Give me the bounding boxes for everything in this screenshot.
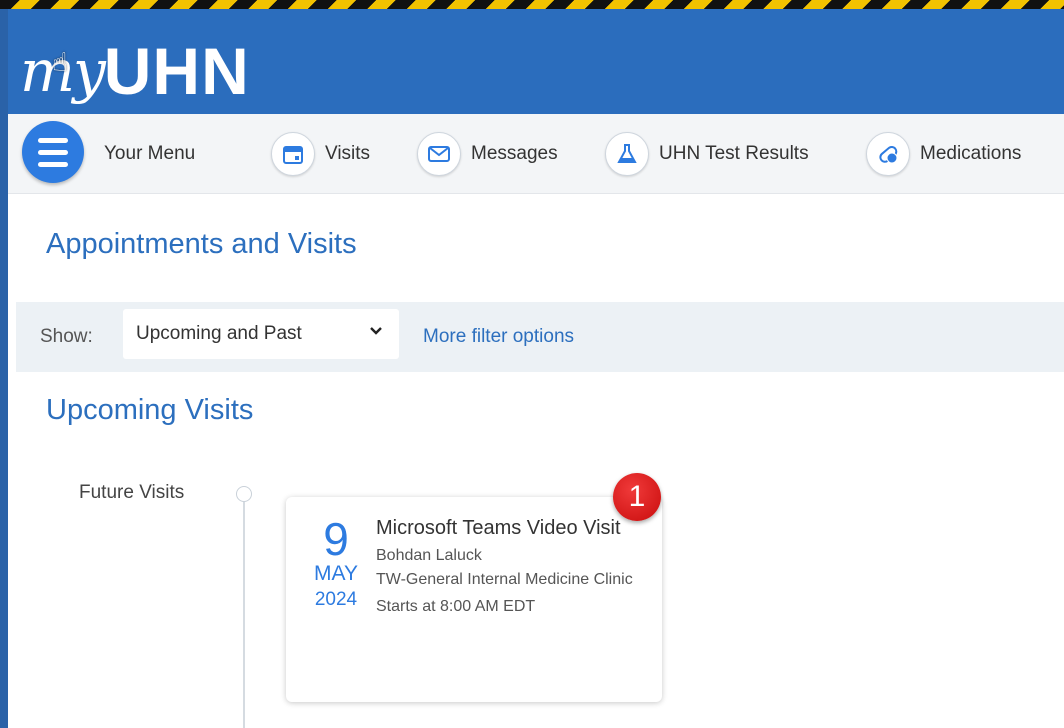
- callout-badge: 1: [613, 473, 661, 521]
- visit-time: Starts at 8:00 AM EDT: [376, 598, 536, 615]
- future-visits-label: Future Visits: [79, 482, 185, 503]
- filter-bar: Show: Upcoming and Past More filter opti…: [16, 302, 1064, 372]
- flask-icon: [605, 132, 649, 176]
- app-header: my UHN ☝: [8, 9, 1064, 114]
- visit-day: 9: [323, 513, 349, 565]
- nav-your-menu[interactable]: Your Menu: [104, 114, 195, 194]
- nav-your-menu-label: Your Menu: [104, 143, 196, 164]
- nav-medications[interactable]: Medications: [866, 114, 1021, 194]
- nav-medications-label: Medications: [920, 143, 1022, 164]
- logo-uhn-text: UHN: [103, 34, 250, 108]
- show-filter-value: Upcoming and Past: [136, 323, 302, 344]
- visit-provider: Bohdan Laluck: [376, 547, 482, 564]
- visit-month: MAY: [314, 562, 358, 585]
- show-label: Show:: [40, 326, 93, 347]
- nav-test-results-label: UHN Test Results: [659, 143, 809, 164]
- nav-visits-label: Visits: [325, 143, 371, 164]
- nav-visits[interactable]: Visits: [271, 114, 370, 194]
- visit-date: 9 MAY 2024: [306, 515, 366, 613]
- timeline-dot: [236, 486, 252, 502]
- nav-messages[interactable]: Messages: [417, 114, 558, 194]
- chevron-down-icon: [369, 322, 383, 344]
- top-navigation: Your Menu Visits Messages UHN Test Resul…: [8, 114, 1064, 194]
- visit-year: 2024: [314, 589, 358, 610]
- hand-cursor-icon: ☝: [52, 47, 68, 77]
- visit-info: Microsoft Teams Video Visit Bohdan Laluc…: [376, 513, 646, 616]
- timeline-line: [243, 502, 245, 728]
- page-title: Appointments and Visits: [46, 228, 357, 260]
- calendar-icon: [271, 132, 315, 176]
- more-filter-options-link[interactable]: More filter options: [423, 326, 574, 348]
- pill-icon: [866, 132, 910, 176]
- visit-title: Microsoft Teams Video Visit: [376, 517, 621, 539]
- menu-button[interactable]: [22, 121, 84, 183]
- envelope-icon: [417, 132, 461, 176]
- nav-messages-label: Messages: [471, 143, 558, 164]
- hazard-stripe: [0, 0, 1064, 9]
- nav-test-results[interactable]: UHN Test Results: [605, 114, 809, 194]
- upcoming-visits-heading: Upcoming Visits: [46, 394, 254, 426]
- visit-card[interactable]: 9 MAY 2024 Microsoft Teams Video Visit B…: [286, 497, 662, 702]
- left-border: [0, 9, 8, 728]
- show-filter-select[interactable]: Upcoming and Past: [123, 309, 399, 359]
- visit-department: TW-General Internal Medicine Clinic: [376, 571, 633, 588]
